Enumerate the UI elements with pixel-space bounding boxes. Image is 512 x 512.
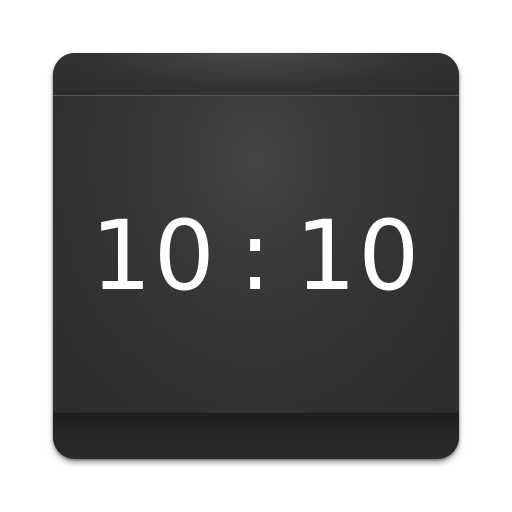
time-minutes: 10 — [295, 200, 422, 312]
time-separator: : — [238, 200, 274, 312]
icon-bottom-band — [53, 413, 459, 459]
clock-app-icon[interactable]: 10 : 10 — [53, 53, 459, 459]
icon-top-band — [53, 53, 459, 97]
digital-time-display: 10 : 10 — [53, 201, 459, 311]
time-hours: 10 — [90, 200, 217, 312]
stage: 10 : 10 — [0, 0, 512, 512]
